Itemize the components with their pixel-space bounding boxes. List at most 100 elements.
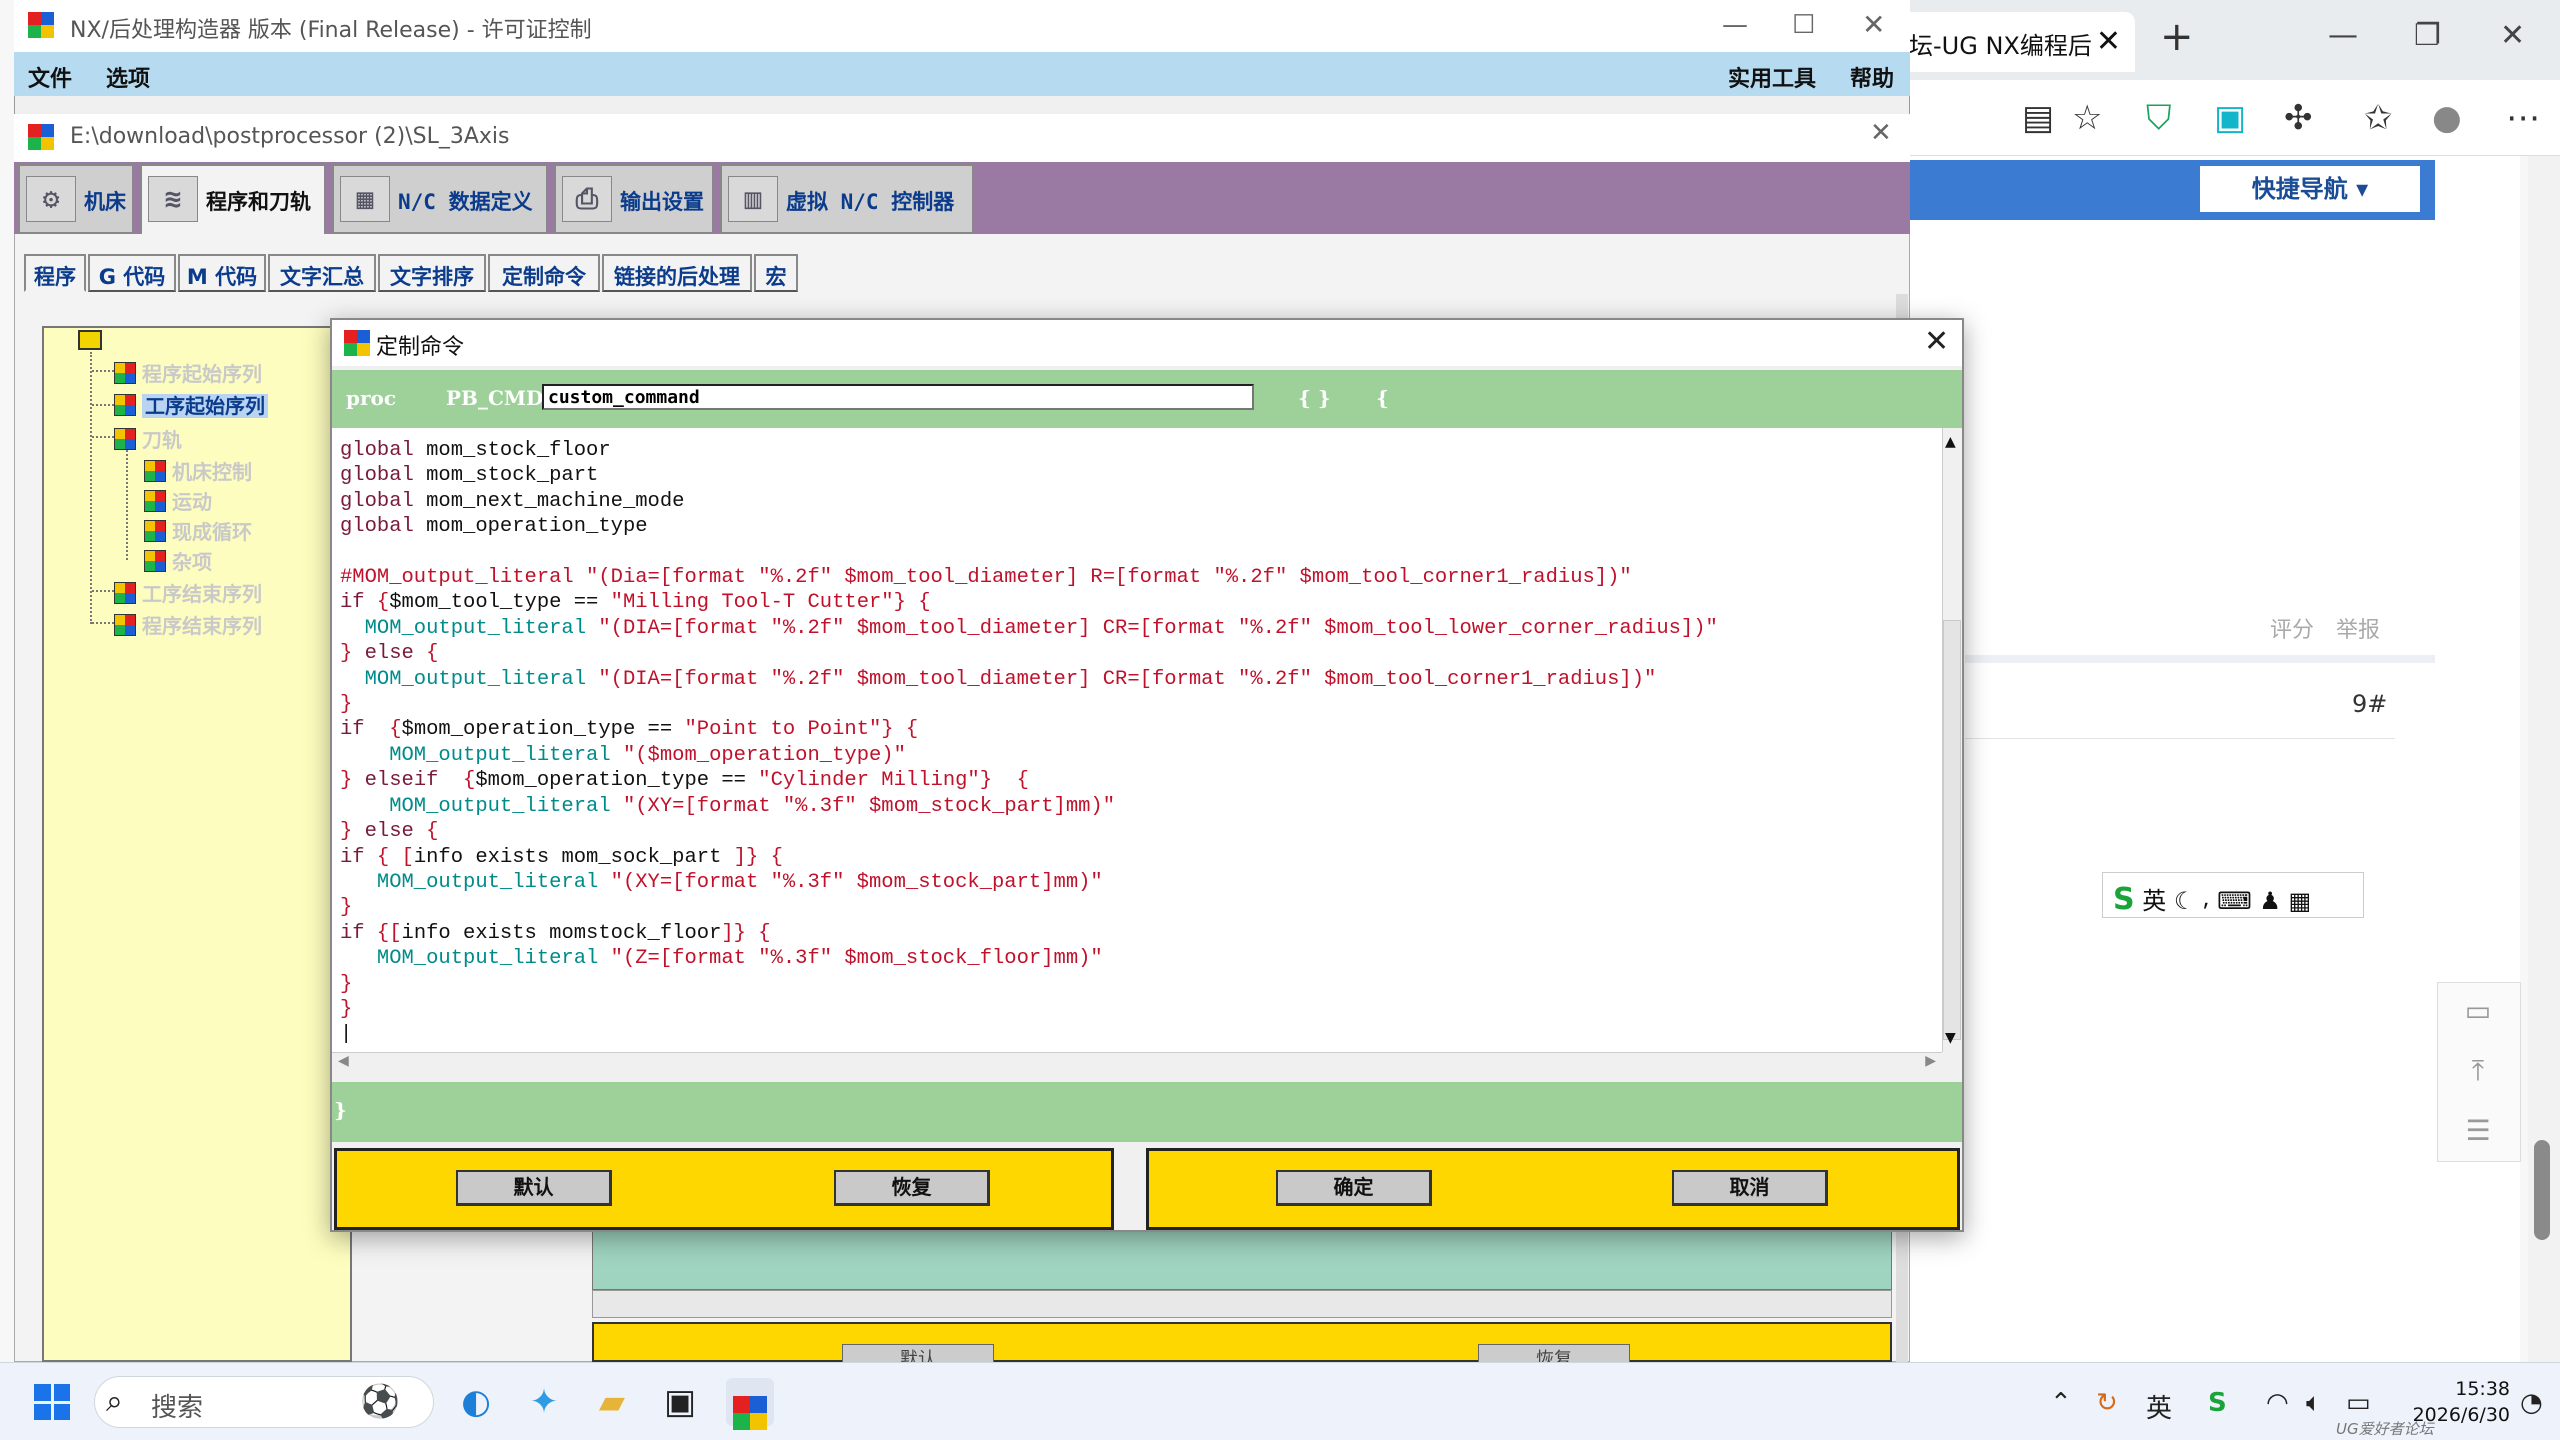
subtab-word-sequence[interactable]: 文字排序 [378,254,486,292]
edge-browser-icon[interactable]: ◐ [452,1378,500,1426]
scroll-up-icon[interactable]: ▲ [1945,434,1956,450]
tree-item-motion[interactable]: 运动 [144,486,212,515]
quick-nav-button[interactable]: 快捷导航 ▾ [2200,166,2420,212]
command-name-input[interactable] [542,384,1254,410]
nx-maximize-icon[interactable]: ☐ [1792,10,1815,40]
nx-postbuilder-taskbar-icon[interactable] [726,1378,774,1430]
code-line[interactable] [340,540,1718,565]
terminal-icon[interactable]: ▣ [656,1378,704,1426]
menu-options[interactable]: 选项 [106,61,150,93]
report-link[interactable]: 举报 [2336,612,2380,644]
code-line[interactable]: | [340,1022,1718,1047]
tree-item-misc[interactable]: 杂项 [144,546,212,575]
code-line[interactable]: } [340,692,1718,717]
subtab-g-code[interactable]: G 代码 [88,254,176,292]
comment-icon[interactable]: ▭ [2448,986,2508,1036]
favorite-star-icon[interactable]: ☆ [2072,98,2102,138]
code-line[interactable]: MOM_output_literal "(Z=[format "%.3f" $m… [340,946,1718,971]
code-line[interactable]: } else { [340,641,1718,666]
code-line[interactable]: } [340,997,1718,1022]
list-icon[interactable]: ☰ [2448,1106,2508,1156]
code-line[interactable]: global mom_stock_part [340,463,1718,488]
code-line[interactable]: MOM_output_literal "(DIA=[format "%.2f" … [340,616,1718,641]
tray-overflow-icon[interactable]: ⌃ [2050,1388,2072,1418]
file-explorer-icon[interactable]: ▰ [588,1378,636,1426]
minimize-icon[interactable]: — [2328,18,2358,53]
code-line[interactable]: MOM_output_literal "($mom_operation_type… [340,743,1718,768]
code-editor[interactable]: global mom_stock_floor global mom_stock_p… [332,428,1942,1052]
shield-icon[interactable]: ⛉ [2146,98,2172,138]
code-line[interactable]: if { [info exists mom_sock_part ]} { [340,845,1718,870]
behind-default-button[interactable]: 默认 [842,1344,994,1364]
ime-status[interactable]: 英 ☾ ⸴ ⌨ ♟ ▦ [2142,887,2311,915]
favorites-list-icon[interactable]: ✩ [2364,98,2393,138]
code-line[interactable]: MOM_output_literal "(DIA=[format "%.2f" … [340,667,1718,692]
ime-toolbar[interactable]: S 英 ☾ ⸴ ⌨ ♟ ▦ [2102,872,2364,918]
doc-close-icon[interactable]: ✕ [1870,118,1892,148]
restore-icon[interactable]: ❐ [2414,18,2441,53]
back-to-top-icon[interactable]: ⤒ [2448,1046,2508,1096]
code-line[interactable]: if {$mom_operation_type == "Point to Poi… [340,717,1718,742]
subtab-custom-command[interactable]: 定制命令 [488,254,600,292]
panel-hscrollbar[interactable] [592,1290,1892,1318]
editor-vscrollbar[interactable]: ▲ ▼ [1942,428,1962,1052]
code-text[interactable]: global mom_stock_floor global mom_stock_p… [340,438,1718,1048]
windows-start-icon[interactable] [34,1384,70,1420]
tree-item-program-start[interactable]: 程序起始序列 [114,358,262,387]
restore-button[interactable]: 恢复 [834,1170,990,1206]
volume-icon[interactable]: 🔈︎ [2306,1388,2322,1419]
tree-item-toolpath[interactable]: 刀轨 [114,424,182,453]
close-tab-icon[interactable]: ✕ [2096,24,2121,59]
page-scroll-thumb[interactable] [2534,1140,2550,1240]
scroll-left-icon[interactable]: ◀ [338,1053,349,1069]
profile-avatar-icon[interactable]: ● [2432,98,2462,138]
code-line[interactable]: } elseif {$mom_operation_type == "Cylind… [340,768,1718,793]
notification-icon[interactable]: ◔ [2520,1388,2543,1418]
code-line[interactable]: } else { [340,819,1718,844]
nx-close-icon[interactable]: ✕ [1862,8,1885,41]
tray-sogou-icon[interactable]: S [2208,1388,2227,1418]
scroll-right-icon[interactable]: ▶ [1925,1053,1936,1069]
subtab-macro[interactable]: 宏 [754,254,798,292]
editor-hscrollbar[interactable]: ◀ ▶ [332,1052,1942,1072]
browser-tab[interactable]: 坛-UG NX编程后 ✕ [1895,12,2135,72]
cancel-button[interactable]: 取消 [1672,1170,1828,1206]
folder-icon[interactable] [78,330,102,350]
tree-item-machine-control[interactable]: 机床控制 [144,456,252,485]
editor-scroll-thumb[interactable] [1943,620,1961,1040]
battery-icon[interactable]: ▭ [2346,1388,2371,1418]
copilot-icon[interactable]: ✦ [520,1378,568,1426]
menu-utilities[interactable]: 实用工具 [1728,61,1816,93]
code-line[interactable]: MOM_output_literal "(XY=[format "%.3f" $… [340,794,1718,819]
subtab-m-code[interactable]: M 代码 [178,254,266,292]
extensions-puzzle-icon[interactable]: ✣ [2284,98,2313,138]
scroll-down-icon[interactable]: ▼ [1945,1030,1956,1046]
new-tab-button[interactable]: + [2160,14,2194,60]
subtab-linked-posts[interactable]: 链接的后处理 [602,254,752,292]
code-line[interactable]: #MOM_output_literal "(Dia=[format "%.2f"… [340,565,1718,590]
code-line[interactable]: MOM_output_literal "(XY=[format "%.3f" $… [340,870,1718,895]
code-line[interactable]: global mom_next_machine_mode [340,489,1718,514]
rate-link[interactable]: 评分 [2270,612,2314,644]
tab-machine[interactable]: ⚙ 机床 [18,164,134,234]
tree-item-canned-cycle[interactable]: 现成循环 [144,516,252,545]
code-line[interactable]: } [340,972,1718,997]
dialog-close-icon[interactable]: ✕ [1924,324,1949,359]
clock-time[interactable]: 15:38 [2430,1378,2510,1400]
extension-chat-icon[interactable]: ▣ [2214,98,2246,138]
close-window-icon[interactable]: ✕ [2500,18,2525,53]
tab-nc-data[interactable]: ▦ N/C 数据定义 [332,164,548,234]
code-line[interactable]: if {$mom_tool_type == "Milling Tool-T Cu… [340,590,1718,615]
tab-virtual-nc[interactable]: ▥ 虚拟 N/C 控制器 [720,164,974,234]
ok-button[interactable]: 确定 [1276,1170,1432,1206]
floor-number[interactable]: 9# [2352,690,2387,718]
behind-restore-button[interactable]: 恢复 [1478,1344,1630,1364]
tree-item-program-end[interactable]: 程序结束序列 [114,610,262,639]
tree-item-operation-start[interactable]: 工序起始序列 [114,390,268,419]
menu-help[interactable]: 帮助 [1850,61,1894,93]
code-line[interactable]: if {[info exists momstock_floor]} { [340,921,1718,946]
tab-program-toolpath[interactable]: ≋ 程序和刀轨 [140,164,326,234]
nx-minimize-icon[interactable]: — [1722,10,1748,40]
tray-ime-icon[interactable]: 英 [2146,1388,2172,1425]
tree-item-operation-end[interactable]: 工序结束序列 [114,578,262,607]
